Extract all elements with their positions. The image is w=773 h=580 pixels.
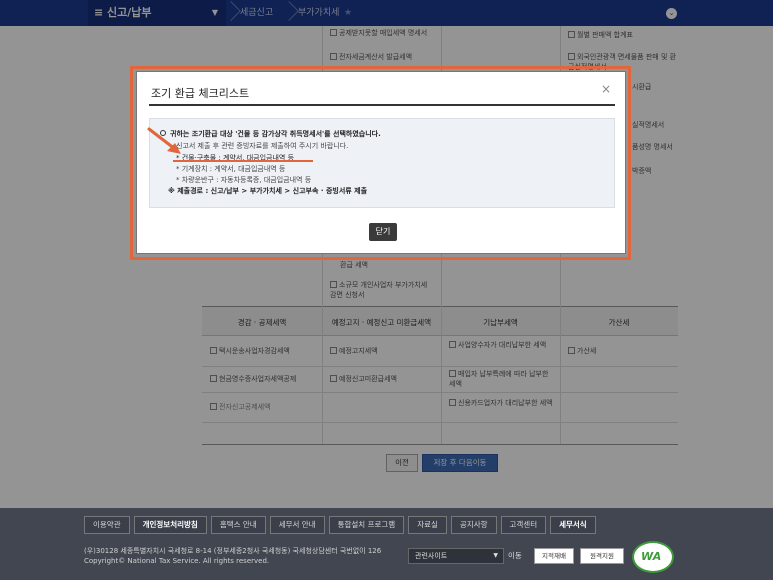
footer-links: 이용약관 개인정보처리방침 홈택스 안내 세무서 안내 통합설치 프로그램 자료… <box>84 516 596 534</box>
notice-line: 신고서 제출 후 관련 증빙자료를 제출하여 주시기 바랍니다. <box>176 142 349 150</box>
annotation-arrow-icon <box>147 127 181 154</box>
notice-line: 귀하는 조기환급 대상 '건물 등 감가상각 취득명세서'를 선택하였습니다. <box>160 129 381 139</box>
address-text: (우)30128 세종특별자치시 국세청로 8-14 (정부세종2청사 국세청동… <box>84 547 382 555</box>
notice-line: * 차량운반구 : 자동차등록증, 대금입금내역 등 <box>176 176 312 184</box>
footer-link-terms[interactable]: 이용약관 <box>84 516 130 534</box>
footer-link-hometax-guide[interactable]: 홈택스 안내 <box>210 516 266 534</box>
refund-checklist-dialog: 조기 환급 체크리스트 × 귀하는 조기환급 대상 '건물 등 감가상각 취득명… <box>136 71 626 254</box>
title-divider <box>149 104 615 106</box>
footer-link-customer[interactable]: 고객센터 <box>500 516 547 534</box>
go-button[interactable]: 이동 <box>508 548 522 564</box>
copyright-text: Copyright© National Tax Service. All rig… <box>84 557 270 565</box>
footer-link-install[interactable]: 통합설치 프로그램 <box>328 516 405 534</box>
related-sites-select[interactable]: 관련사이트 ▼ <box>408 548 504 564</box>
submit-path-line: ※ 제출경로 : 신고/납부 > 부가가치세 > 신고부속 · 증빙서류 제출 <box>168 187 368 195</box>
footer-address: (우)30128 세종특별자치시 국세청로 8-14 (정부세종2청사 국세청동… <box>84 546 381 566</box>
remote-support-button[interactable]: 원격지원 <box>580 548 624 564</box>
notice-line: * 기계장치 : 계약서, 대금입금내역 등 <box>176 165 286 173</box>
dropdown-arrow-icon: ▼ <box>493 552 498 559</box>
footer-link-privacy[interactable]: 개인정보처리방침 <box>133 516 207 534</box>
footer-link-notice[interactable]: 공지사항 <box>450 516 497 534</box>
footer-link-forms[interactable]: 세무서식 <box>550 516 596 534</box>
accessibility-button[interactable]: 지적재배 <box>534 548 574 564</box>
close-button[interactable]: 닫기 <box>369 223 397 241</box>
close-icon[interactable]: × <box>601 83 611 95</box>
footer-link-library[interactable]: 자료실 <box>408 516 447 534</box>
web-accessibility-logo: WA <box>632 541 674 573</box>
footer: 이용약관 개인정보처리방침 홈택스 안내 세무서 안내 통합설치 프로그램 자료… <box>0 508 773 580</box>
annotation-underline <box>173 160 313 162</box>
dialog-title: 조기 환급 체크리스트 <box>151 87 250 100</box>
checklist-box: 귀하는 조기환급 대상 '건물 등 감가상각 취득명세서'를 선택하였습니다. … <box>149 118 615 208</box>
footer-link-tax-office[interactable]: 세무서 안내 <box>269 516 325 534</box>
